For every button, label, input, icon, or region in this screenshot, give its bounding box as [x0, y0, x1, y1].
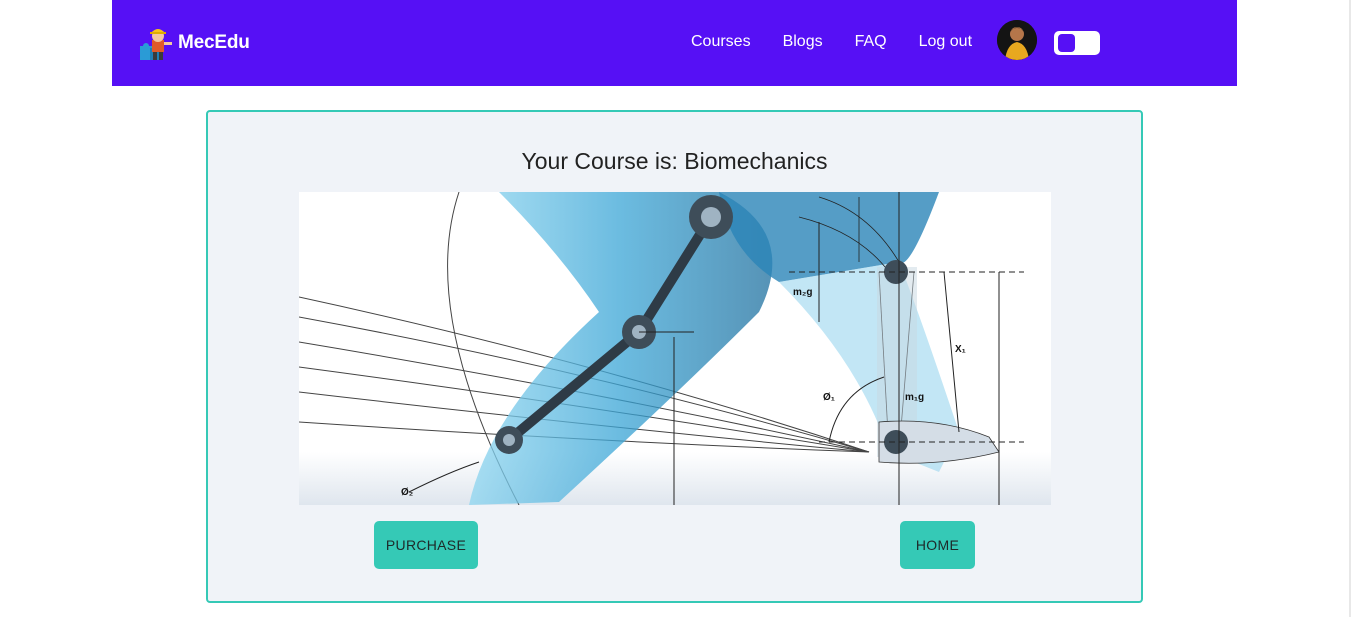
- toggle-knob: [1058, 34, 1075, 52]
- nav-item-courses[interactable]: Courses: [691, 33, 751, 51]
- user-avatar[interactable]: [997, 20, 1037, 60]
- label-x1: X₁: [955, 344, 966, 355]
- nav-links: Courses Blogs FAQ Log out: [691, 33, 1004, 51]
- label-phi2: Ø₂: [401, 487, 413, 498]
- label-m2g: m₂g: [793, 287, 812, 298]
- course-title: Your Course is: Biomechanics: [521, 148, 828, 174]
- course-card: Your Course is: Biomechanics m₂g m₁g X₁ …: [206, 110, 1143, 603]
- label-m1g: m₁g: [905, 392, 924, 403]
- nav-item-blogs[interactable]: Blogs: [783, 33, 823, 51]
- theme-toggle[interactable]: [1054, 31, 1100, 55]
- purchase-button[interactable]: PURCHASE: [374, 521, 478, 569]
- label-phi1: Ø₁: [823, 392, 835, 403]
- biomechanics-leg-illustration: m₂g m₁g X₁ Ø₁ Ø₂: [299, 192, 1051, 505]
- nav-item-faq[interactable]: FAQ: [855, 33, 887, 51]
- engineer-puzzle-logo-icon: [138, 24, 174, 62]
- nav-item-logout[interactable]: Log out: [919, 33, 972, 51]
- home-button[interactable]: HOME: [900, 521, 975, 569]
- navbar: MecEdu Courses Blogs FAQ Log out: [112, 0, 1237, 86]
- brand[interactable]: MecEdu: [138, 24, 250, 62]
- brand-name: MecEdu: [178, 32, 250, 53]
